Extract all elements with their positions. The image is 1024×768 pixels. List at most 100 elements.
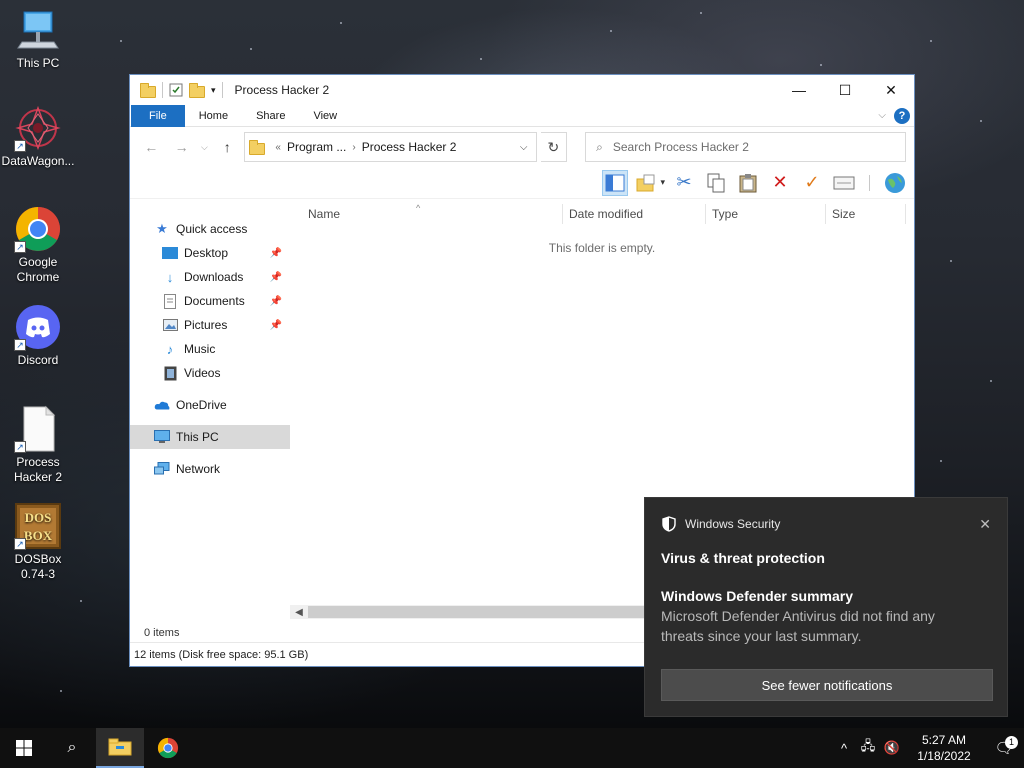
- nav-item-quick-access[interactable]: ★ Quick access: [130, 217, 290, 241]
- nav-item-label: Music: [184, 342, 216, 356]
- notification-title: Virus & threat protection: [661, 550, 825, 566]
- search-placeholder: Search Process Hacker 2: [612, 140, 749, 154]
- column-date-modified[interactable]: Date modified: [563, 204, 706, 224]
- rename-checkmark-icon[interactable]: ✓: [799, 170, 825, 196]
- nav-item-desktop[interactable]: Desktop 📌: [130, 241, 290, 265]
- nav-item-label: Downloads: [184, 270, 244, 284]
- nav-item-label: This PC: [176, 430, 219, 444]
- discord-icon: ↗: [14, 303, 62, 351]
- documents-icon: [162, 293, 178, 309]
- minimize-button[interactable]: —: [776, 75, 822, 105]
- preview-pane-icon[interactable]: [602, 169, 629, 196]
- properties-icon[interactable]: [831, 170, 857, 196]
- nav-item-this-pc[interactable]: This PC: [130, 425, 290, 449]
- desktop-folder-icon: [162, 245, 178, 261]
- address-dropdown-icon[interactable]: ⌵: [512, 142, 536, 153]
- folder-icon: [249, 140, 266, 155]
- tab-file[interactable]: File: [131, 104, 185, 127]
- column-name[interactable]: ^ Name: [290, 203, 563, 224]
- nav-item-documents[interactable]: Documents 📌: [130, 289, 290, 313]
- new-folder-icon[interactable]: [189, 82, 205, 98]
- new-item-icon[interactable]: [634, 170, 660, 196]
- network-icon[interactable]: 🖧: [856, 737, 880, 759]
- monitor-icon: [154, 429, 170, 445]
- desktop-icon-process-hacker[interactable]: ↗ Process Hacker 2: [0, 405, 76, 485]
- breadcrumb-program-files[interactable]: Program ...: [287, 140, 346, 154]
- system-tray: ^ 🖧 🔇 5:27 AM 1/18/2022 🗨 1: [832, 728, 1024, 768]
- nav-item-pictures[interactable]: Pictures 📌: [130, 313, 290, 337]
- notification-subtitle: Windows Defender summary: [661, 588, 854, 604]
- desktop-icon-label: DOSBox 0.74-3: [14, 552, 62, 581]
- refresh-button[interactable]: ↻: [540, 132, 568, 162]
- cut-icon[interactable]: ✂: [671, 170, 697, 196]
- delete-icon[interactable]: ✕: [767, 170, 793, 196]
- address-prefix[interactable]: «: [275, 142, 281, 153]
- search-icon[interactable]: ⌕: [48, 728, 96, 768]
- notification-count-badge: 1: [1005, 736, 1018, 749]
- address-bar[interactable]: « Program ... › Process Hacker 2 ⌵: [244, 132, 537, 162]
- column-headers: ^ Name Date modified Type Size: [290, 201, 914, 227]
- search-icon: ⌕: [596, 139, 603, 154]
- scroll-left-icon[interactable]: ◀: [290, 607, 308, 618]
- search-input[interactable]: ⌕ Search Process Hacker 2: [585, 132, 907, 162]
- column-size[interactable]: Size: [826, 204, 906, 224]
- security-notification[interactable]: Windows Security ✕ Virus & threat protec…: [644, 497, 1008, 717]
- clock[interactable]: 5:27 AM 1/18/2022: [904, 732, 984, 764]
- desktop-icon-discord[interactable]: ↗ Discord: [0, 303, 76, 368]
- shortcut-arrow-icon: ↗: [14, 241, 26, 253]
- close-icon[interactable]: ✕: [979, 516, 991, 533]
- copy-icon[interactable]: [703, 170, 729, 196]
- file-explorer-taskbar-icon[interactable]: [96, 728, 144, 768]
- chevron-up-icon[interactable]: ^: [832, 741, 856, 756]
- breadcrumb-process-hacker[interactable]: Process Hacker 2: [362, 140, 457, 154]
- sort-ascending-icon: ^: [416, 203, 421, 213]
- pin-icon: 📌: [269, 295, 282, 307]
- desktop-icon-datawagon[interactable]: ↗ DataWagon...: [0, 104, 76, 169]
- expand-ribbon-icon[interactable]: ⌵: [878, 110, 886, 121]
- dosbox-logo-text: BOX: [24, 528, 53, 543]
- back-button[interactable]: ←: [138, 139, 164, 155]
- globe-icon[interactable]: [882, 170, 908, 196]
- column-type[interactable]: Type: [706, 204, 826, 224]
- tab-home[interactable]: Home: [185, 105, 242, 127]
- cloud-icon: [154, 397, 170, 413]
- customize-quick-access-icon[interactable]: ▾: [211, 85, 216, 96]
- nav-item-label: Network: [176, 462, 221, 476]
- desktop-icon-dosbox[interactable]: DOS BOX ↗ DOSBox 0.74-3: [0, 502, 76, 582]
- desktop-icon-this-pc[interactable]: This PC: [0, 6, 76, 71]
- desktop-icon-label: Discord: [17, 353, 59, 367]
- volume-muted-icon[interactable]: 🔇: [880, 740, 904, 756]
- nav-item-network[interactable]: Network: [130, 457, 290, 481]
- recent-locations-button[interactable]: ⌵: [199, 142, 210, 153]
- new-item-dropdown-icon[interactable]: ▾: [660, 177, 665, 188]
- action-center-button[interactable]: 🗨 1: [984, 736, 1024, 757]
- chevron-right-icon[interactable]: ›: [352, 142, 355, 153]
- maximize-button[interactable]: ☐: [822, 75, 868, 105]
- see-fewer-notifications-button[interactable]: See fewer notifications: [661, 669, 993, 701]
- nav-item-onedrive[interactable]: OneDrive: [130, 393, 290, 417]
- forward-button[interactable]: →: [168, 139, 194, 155]
- taskbar: ⌕ ^ 🖧 🔇 5:27 AM 1/18/2022 🗨 1: [0, 728, 1024, 768]
- clock-time: 5:27 AM: [921, 733, 967, 747]
- nav-item-videos[interactable]: Videos: [130, 361, 290, 385]
- desktop-icon-label: Process Hacker 2: [13, 455, 63, 484]
- help-button[interactable]: ?: [894, 107, 910, 124]
- nav-item-label: Quick access: [176, 222, 248, 236]
- close-button[interactable]: ✕: [868, 75, 914, 105]
- up-button[interactable]: ↑: [214, 139, 240, 155]
- toolbar: ▾ ✂ ✕ ✓: [130, 167, 914, 199]
- nav-item-label: Videos: [184, 366, 221, 380]
- chrome-taskbar-icon[interactable]: [144, 728, 192, 768]
- shortcut-arrow-icon: ↗: [14, 140, 26, 152]
- nav-item-downloads[interactable]: ↓ Downloads 📌: [130, 265, 290, 289]
- pin-icon: 📌: [269, 271, 282, 283]
- properties-icon[interactable]: [169, 83, 183, 97]
- desktop-icon-chrome[interactable]: ↗ Google Chrome: [0, 205, 76, 285]
- paste-icon[interactable]: [735, 170, 761, 196]
- nav-item-music[interactable]: ♪ Music: [130, 337, 290, 361]
- start-button[interactable]: [0, 728, 48, 768]
- scroll-thumb[interactable]: [308, 606, 648, 618]
- tab-view[interactable]: View: [299, 105, 351, 127]
- datawagon-icon: ↗: [14, 104, 62, 152]
- tab-share[interactable]: Share: [242, 105, 299, 127]
